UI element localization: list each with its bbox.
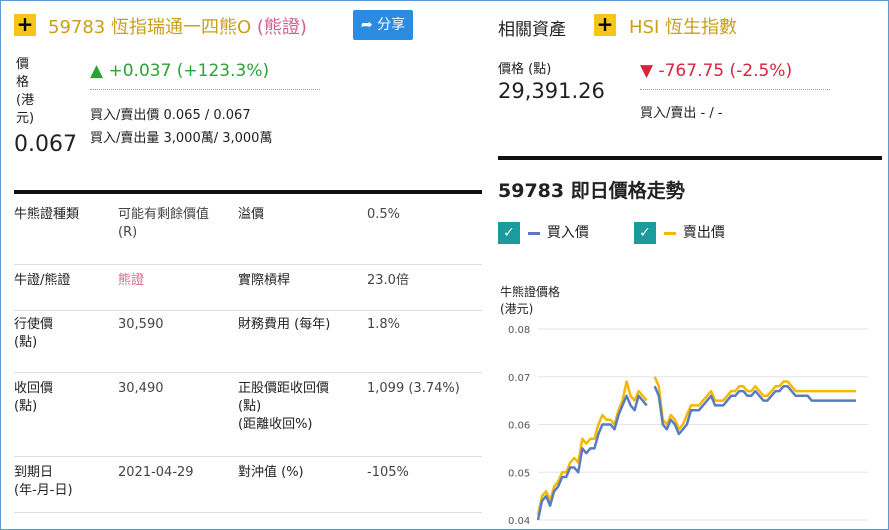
section-divider [498,156,882,160]
detail-label: 牛熊證種類 [14,207,80,222]
price-label-char: 元) [16,111,35,126]
warrant-change-value: +0.037 (+123.3%) [108,61,270,81]
divider [90,89,320,90]
price-label-char: (港 [16,93,35,108]
chart-title: 59783 即日價格走勢 [498,180,685,202]
detail-label: 到期日 (年-月-日) [14,465,73,498]
warrant-title: 59783 恆指瑞通一四熊O (熊證) [48,13,307,39]
detail-row: 行使價 (點) 30,590 財務費用 (每年) 1.8% [14,316,482,368]
detail-row: 牛證/熊證 熊證 實際槓桿 23.0倍 [14,272,482,306]
y-tick-label: 0.04 [508,516,530,527]
detail-value: 熊證 [118,273,145,288]
divider [640,89,830,90]
bid-ask-volume: 買入/賣出量 3,000萬/ 3,000萬 [90,131,273,146]
asset-change-value: -767.75 (-2.5%) [658,61,793,81]
detail-value: 30,490 [118,381,164,396]
bid-ask-price: 買入/賣出價 0.065 / 0.067 [90,108,251,123]
checkbox-checked-icon[interactable]: ✓ [634,222,656,244]
detail-label: 溢價 [238,207,265,222]
detail-row: 牛熊證種類 可能有剩餘價值 (R) 溢價 0.5% [14,206,482,260]
y-tick-label: 0.07 [508,373,530,384]
legend-bid[interactable]: ✓ 買入價 [498,222,589,244]
detail-label: 實際槓桿 [238,273,291,288]
price-label: 價 格 (港 元) [16,56,46,128]
warrant-code-name: 59783 恆指瑞通一四熊O [48,17,252,38]
asset-price-label: 價格 (點) [498,62,552,77]
row-divider [14,512,482,513]
add-asset-icon[interactable]: + [594,14,616,36]
detail-value: 23.0倍 [367,273,409,288]
detail-value: 1.8% [367,317,401,332]
detail-label: 收回價 (點) [14,381,54,414]
detail-value: 2021-04-29 [118,465,194,480]
row-divider [14,310,482,311]
asset-section-label: 相關資產 [498,20,566,40]
y-tick-label: 0.06 [508,421,530,432]
legend-bid-label: 買入價 [546,225,589,241]
detail-value: 30,590 [118,317,164,332]
detail-value: 1,099 (3.74%) [367,381,460,396]
legend-ask-label: 賣出價 [682,225,725,241]
asset-bid-ask: 買入/賣出 - / - [640,106,723,121]
asset-change: ▼ -767.75 (-2.5%) [640,61,792,81]
share-icon: ➦ [360,17,373,33]
detail-label: 正股價距收回價 (點) (距離收回%) [238,381,330,432]
detail-value: 0.5% [367,207,401,222]
detail-label: 行使價 (點) [14,317,54,350]
price-label-char: 價 [16,57,30,72]
share-button[interactable]: ➦ 分享 [353,10,413,40]
section-divider [14,190,482,194]
add-watchlist-icon[interactable]: + [14,14,36,36]
warrant-type-tag: (熊證) [256,17,307,38]
y-tick-label: 0.08 [508,325,530,336]
detail-row: 到期日 (年-月-日) 2021-04-29 對沖值 (%) -105% [14,464,482,508]
price-chart: 0.08 0.07 0.06 0.05 0.04 [508,325,868,527]
warrant-price: 0.067 [14,132,77,157]
detail-value: 可能有剩餘價值 (R) [118,207,210,240]
y-tick-label: 0.05 [508,468,530,479]
ask-line-swatch [664,231,677,235]
detail-row: 收回價 (點) 30,490 正股價距收回價 (點) (距離收回%) 1,099 (3… [14,380,482,452]
bid-line-swatch [528,231,541,235]
row-divider [14,264,482,265]
up-arrow-icon: ▲ [90,61,104,81]
share-label: 分享 [377,17,406,33]
asset-index-name[interactable]: HSI 恆生指數 [629,13,737,39]
asset-price: 29,391.26 [498,79,605,103]
chart-ylabel-1: 牛熊證價格 [500,285,561,299]
legend-ask[interactable]: ✓ 賣出價 [634,222,725,244]
warrant-change: ▲ +0.037 (+123.3%) [90,61,269,81]
row-divider [14,456,482,457]
detail-label: 對沖值 (%) [238,465,304,480]
row-divider [14,372,482,373]
down-arrow-icon: ▼ [640,61,654,81]
checkbox-checked-icon[interactable]: ✓ [498,222,520,244]
detail-value: -105% [367,465,409,480]
price-label-char: 格 [16,75,30,90]
detail-label: 財務費用 (每年) [238,317,331,332]
detail-label: 牛證/熊證 [14,273,71,288]
